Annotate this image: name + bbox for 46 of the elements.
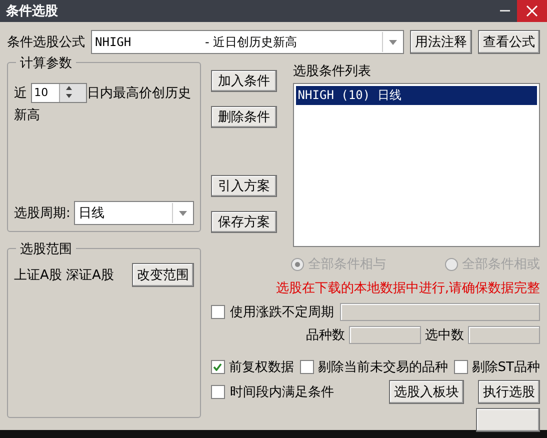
button[interactable]: 引入方案 xyxy=(210,174,277,197)
formula-dropdown[interactable]: NHIGH - 近日创历史新高 xyxy=(91,30,404,54)
dropdown-caret-icon[interactable] xyxy=(178,210,187,216)
button[interactable]: 执行选股 xyxy=(478,380,540,404)
button[interactable]: 选股入板块 xyxy=(389,380,464,404)
check-icon xyxy=(213,363,222,371)
group-title: 选股范围 xyxy=(16,240,76,258)
checkbox-label: 前复权数据 xyxy=(228,359,294,376)
close-icon xyxy=(526,5,538,17)
close-button[interactable] xyxy=(517,0,547,22)
formula-label: 条件选股公式 xyxy=(7,34,85,51)
minimize-icon xyxy=(500,10,510,12)
button[interactable]: 加入条件 xyxy=(210,70,277,92)
button[interactable]: 保存方案 xyxy=(210,210,277,233)
button[interactable]: 查看公式 xyxy=(478,30,540,54)
checkbox[interactable] xyxy=(454,360,468,374)
markets-text: 上证A股 深证A股 xyxy=(14,267,114,284)
count-field[interactable] xyxy=(468,326,540,344)
checkbox[interactable] xyxy=(210,360,225,374)
button[interactable]: 用法注释 xyxy=(410,30,472,54)
group-title: 计算参数 xyxy=(16,54,76,72)
button[interactable] xyxy=(476,408,540,432)
notice-text: 选股在下载的本地数据中进行,请确保数据完整 xyxy=(274,280,540,297)
count-field[interactable] xyxy=(349,326,421,344)
checkbox[interactable] xyxy=(210,385,225,399)
dropdown-caret-icon[interactable] xyxy=(389,40,397,44)
window-title: 条件选股 xyxy=(5,3,58,20)
param-label: 新高 xyxy=(14,107,40,125)
period-dropdown[interactable]: 日线 xyxy=(74,201,194,225)
param-label: 近 xyxy=(14,86,28,101)
button[interactable]: 改变范围 xyxy=(132,263,194,287)
period-label: 选股周期: xyxy=(14,205,70,222)
checkbox-label: 剔除ST品种 xyxy=(472,359,540,376)
count-label: 品种数 xyxy=(306,327,345,344)
list-item[interactable]: NHIGH (10) 日线 xyxy=(296,86,537,105)
number-spinner[interactable]: 10 xyxy=(31,83,88,104)
checkbox-label: 时间段内满足条件 xyxy=(230,384,334,401)
list-title: 选股条件列表 xyxy=(292,63,372,80)
checkbox-label: 使用涨跌不定周期 xyxy=(230,304,334,321)
count-label: 选中数 xyxy=(425,327,464,344)
checkbox[interactable] xyxy=(300,360,314,374)
button[interactable]: 删除条件 xyxy=(210,106,277,128)
checkbox[interactable] xyxy=(210,305,225,319)
checkbox-label: 剔除当前未交易的品种 xyxy=(318,359,448,376)
period-field[interactable] xyxy=(340,303,540,321)
param-label: 日内最高价创历史 xyxy=(87,86,192,101)
